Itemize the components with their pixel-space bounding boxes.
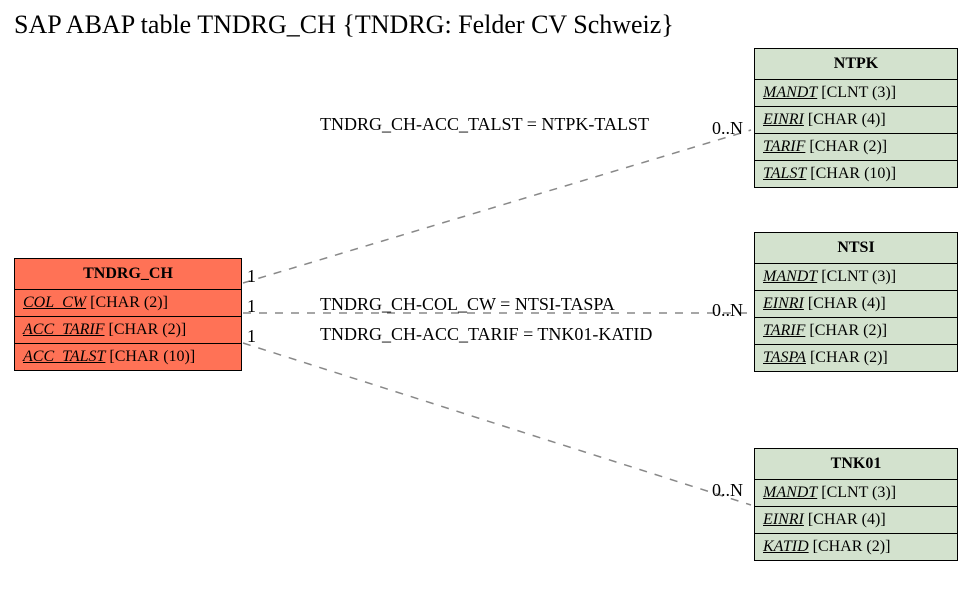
- entity-header: TNDRG_CH: [15, 259, 241, 290]
- entity-header: NTSI: [755, 233, 957, 264]
- cardinality-src: 1: [247, 326, 256, 347]
- field-type: [CLNT (3)]: [821, 268, 896, 285]
- field-name: TALST: [763, 165, 806, 182]
- field-row: EINRI [CHAR (4)]: [755, 507, 957, 534]
- cardinality-tgt: 0..N: [712, 480, 743, 501]
- field-type: [CHAR (2)]: [813, 538, 891, 555]
- field-row: MANDT [CLNT (3)]: [755, 480, 957, 507]
- field-name: KATID: [763, 538, 809, 555]
- field-row: KATID [CHAR (2)]: [755, 534, 957, 560]
- field-type: [CLNT (3)]: [821, 484, 896, 501]
- field-type: [CHAR (2)]: [809, 138, 887, 155]
- entity-header: TNK01: [755, 449, 957, 480]
- field-type: [CHAR (4)]: [808, 511, 886, 528]
- field-row: EINRI [CHAR (4)]: [755, 107, 957, 134]
- cardinality-tgt: 0..N: [712, 118, 743, 139]
- field-name: MANDT: [763, 268, 817, 285]
- field-name: COL_CW: [23, 294, 86, 311]
- entity-tndrg-ch: TNDRG_CH COL_CW [CHAR (2)] ACC_TARIF [CH…: [14, 258, 242, 371]
- field-row: MANDT [CLNT (3)]: [755, 80, 957, 107]
- entity-ntsi: NTSI MANDT [CLNT (3)] EINRI [CHAR (4)] T…: [754, 232, 958, 372]
- field-name: EINRI: [763, 111, 804, 128]
- entity-header: NTPK: [755, 49, 957, 80]
- field-type: [CHAR (2)]: [809, 322, 887, 339]
- field-name: MANDT: [763, 84, 817, 101]
- relation-label: TNDRG_CH-COL_CW = NTSI-TASPA: [320, 294, 615, 315]
- field-name: EINRI: [763, 511, 804, 528]
- field-row: ACC_TARIF [CHAR (2)]: [15, 317, 241, 344]
- cardinality-src: 1: [247, 266, 256, 287]
- entity-ntpk: NTPK MANDT [CLNT (3)] EINRI [CHAR (4)] T…: [754, 48, 958, 188]
- field-type: [CHAR (2)]: [810, 349, 888, 366]
- field-row: COL_CW [CHAR (2)]: [15, 290, 241, 317]
- field-row: TALST [CHAR (10)]: [755, 161, 957, 187]
- cardinality-src: 1: [247, 296, 256, 317]
- field-name: ACC_TALST: [23, 348, 105, 365]
- cardinality-tgt: 0..N: [712, 300, 743, 321]
- field-type: [CHAR (10)]: [810, 165, 896, 182]
- field-name: TASPA: [763, 349, 806, 366]
- field-row: ACC_TALST [CHAR (10)]: [15, 344, 241, 370]
- field-type: [CHAR (4)]: [808, 111, 886, 128]
- relation-label: TNDRG_CH-ACC_TALST = NTPK-TALST: [320, 114, 649, 135]
- field-name: MANDT: [763, 484, 817, 501]
- field-row: TASPA [CHAR (2)]: [755, 345, 957, 371]
- entity-tnk01: TNK01 MANDT [CLNT (3)] EINRI [CHAR (4)] …: [754, 448, 958, 561]
- field-name: EINRI: [763, 295, 804, 312]
- field-type: [CHAR (10)]: [109, 348, 195, 365]
- field-type: [CHAR (2)]: [108, 321, 186, 338]
- field-row: TARIF [CHAR (2)]: [755, 318, 957, 345]
- field-name: TARIF: [763, 322, 805, 339]
- field-row: TARIF [CHAR (2)]: [755, 134, 957, 161]
- page-title: SAP ABAP table TNDRG_CH {TNDRG: Felder C…: [14, 10, 674, 40]
- field-type: [CHAR (4)]: [808, 295, 886, 312]
- relation-label: TNDRG_CH-ACC_TARIF = TNK01-KATID: [320, 324, 652, 345]
- field-name: ACC_TARIF: [23, 321, 104, 338]
- field-type: [CLNT (3)]: [821, 84, 896, 101]
- field-row: EINRI [CHAR (4)]: [755, 291, 957, 318]
- field-name: TARIF: [763, 138, 805, 155]
- field-row: MANDT [CLNT (3)]: [755, 264, 957, 291]
- field-type: [CHAR (2)]: [90, 294, 168, 311]
